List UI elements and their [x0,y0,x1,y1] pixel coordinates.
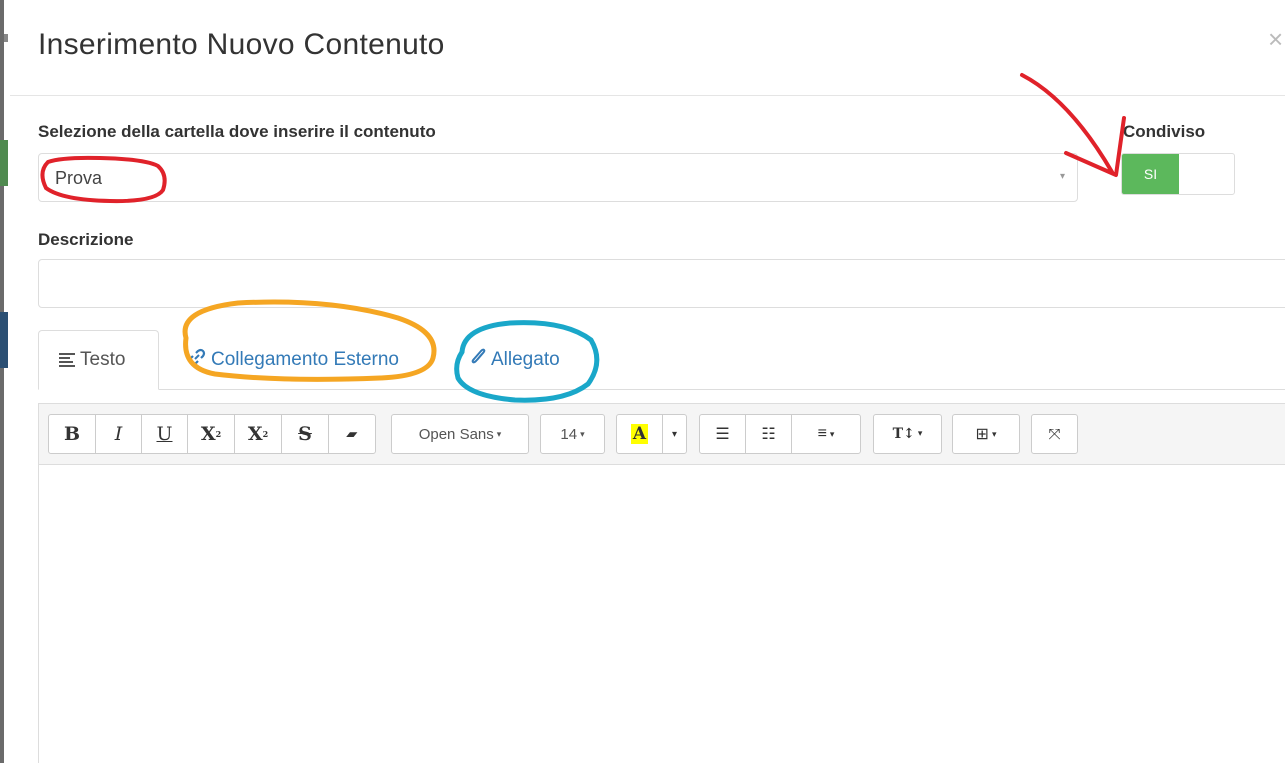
chevron-down-icon: ▾ [580,428,585,439]
chevron-down-icon: ▾ [1059,171,1065,182]
subscript-button[interactable]: X2 [234,414,282,454]
paperclip-icon [470,348,486,372]
modal-title: Inserimento Nuovo Contenuto [38,28,445,61]
folder-selected-value: Prova [55,168,103,188]
subscript-letter: X [247,423,263,445]
superscript-letter: X [200,423,216,445]
chevron-down-icon: ▾ [991,428,997,439]
chevron-down-icon: ▾ [496,428,502,439]
background-fragment [0,312,8,368]
table-icon: ⊞ [975,426,989,443]
description-label: Descrizione [38,230,134,249]
background-fragment [0,140,8,186]
color-group: A ▾ [616,414,687,454]
tab-label: Testo [80,349,126,370]
tab-allegato[interactable]: Allegato [470,330,560,390]
underline-button[interactable]: U [141,414,188,454]
list-ul-icon: ☰ [715,426,730,443]
paragraph-group: ☰ ☷ ≡ ▾ [699,414,861,454]
bold-button[interactable]: B [48,414,96,454]
tab-collegamento-esterno[interactable]: Collegamento Esterno [188,330,399,390]
table-group: ⊞ ▾ [952,414,1020,454]
tab-testo[interactable]: Testo [38,330,159,390]
view-group: ⤧ [1031,414,1078,454]
subscript-mark: 2 [262,429,269,439]
italic-button[interactable]: I [95,414,142,454]
color-dropdown-button[interactable]: ▾ [662,414,687,454]
ordered-list-button[interactable]: ☷ [745,414,792,454]
unordered-list-button[interactable]: ☰ [699,414,746,454]
tab-label: Collegamento Esterno [211,349,399,370]
font-family-dropdown[interactable]: Open Sans ▾ [391,414,529,454]
toggle-on-label: SI [1122,154,1179,194]
format-button-group: B I U X2 X2 S ▰ [48,414,376,454]
shared-label: Condiviso [1123,122,1206,141]
editor-toolbar: B I U X2 X2 S ▰ Open Sans ▾ 14 ▾ A ▾ ☰ ☷… [39,404,1285,465]
background-page-edge [0,0,10,763]
eraser-button[interactable]: ▰ [328,414,376,454]
font-family-value: Open Sans [418,425,494,443]
rich-text-editor: B I U X2 X2 S ▰ Open Sans ▾ 14 ▾ A ▾ ☰ ☷… [38,403,1285,763]
table-dropdown[interactable]: ⊞ ▾ [952,414,1020,454]
chevron-down-icon: ▾ [829,428,835,439]
strikethrough-button[interactable]: S [281,414,329,454]
font-size-dropdown[interactable]: 14 ▾ [540,414,605,454]
background-scrollbar [0,0,4,763]
chevron-down-icon: ▾ [671,428,678,440]
eraser-icon: ▰ [345,426,360,441]
superscript-mark: 2 [215,429,222,439]
close-icon[interactable]: × [1268,24,1283,55]
line-height-group: T↕ ▾ [873,414,942,454]
text-color-button[interactable]: A [616,414,663,454]
description-input[interactable] [38,259,1285,308]
shared-toggle[interactable]: SI [1121,153,1235,195]
tab-label: Allegato [491,349,560,370]
list-ol-icon: ☷ [761,426,776,443]
font-size-group: 14 ▾ [540,414,605,454]
line-height-dropdown[interactable]: T↕ ▾ [873,414,942,454]
align-icon: ≡ [817,425,827,442]
editor-content-area[interactable] [39,465,1285,763]
fullscreen-icon: ⤧ [1048,425,1061,443]
font-size-value: 14 [560,425,578,443]
align-left-icon [59,353,75,367]
chevron-down-icon: ▾ [917,429,923,439]
line-height-icon: T↕ [892,426,915,442]
text-color-icon: A [630,424,649,444]
link-icon [188,348,206,372]
header-divider [10,95,1285,96]
fullscreen-button[interactable]: ⤧ [1031,414,1078,454]
align-dropdown[interactable]: ≡ ▾ [791,414,861,454]
folder-label: Selezione della cartella dove inserire i… [38,122,436,141]
background-fragment [4,34,8,42]
superscript-button[interactable]: X2 [187,414,235,454]
folder-select[interactable]: Prova ▾ [38,153,1078,202]
font-family-group: Open Sans ▾ [391,414,529,454]
